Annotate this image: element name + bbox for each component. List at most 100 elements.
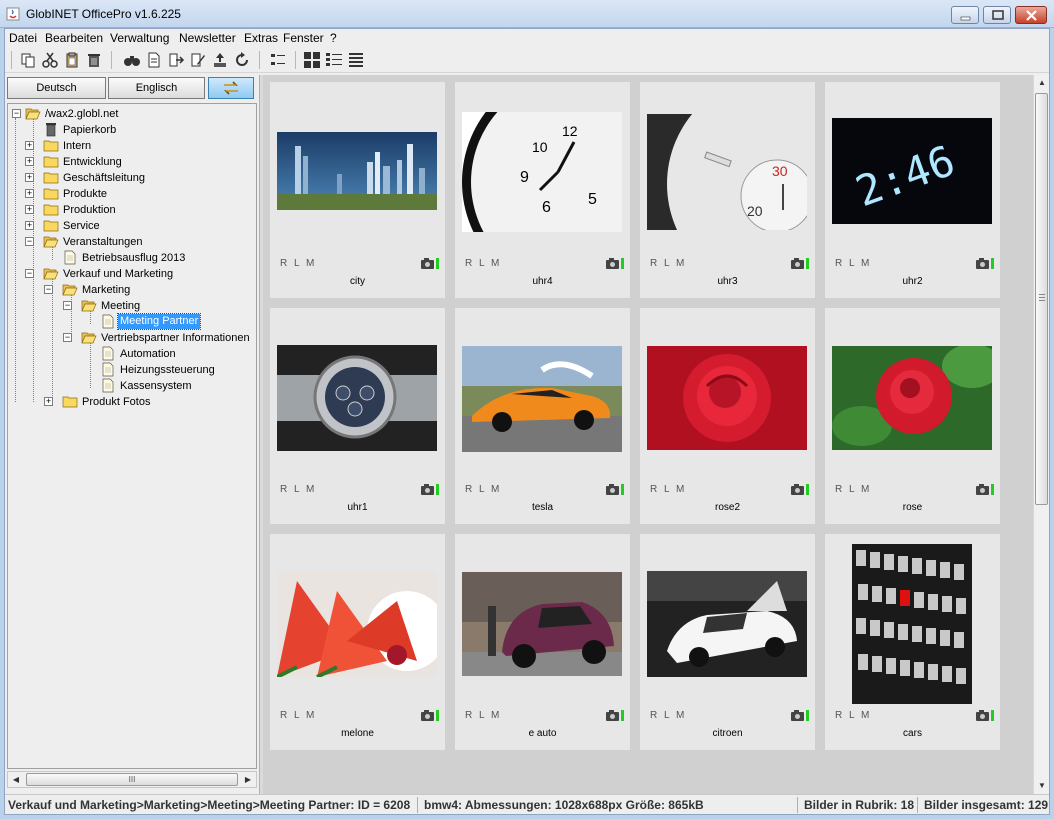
red-rose-image[interactable] [640,308,815,478]
camera-icon[interactable] [421,709,439,721]
refresh-icon[interactable] [233,51,251,69]
close-button[interactable] [1015,6,1047,24]
paste-icon[interactable] [63,51,81,69]
gallery-item-city[interactable]: R L M city [270,82,445,298]
clock-closeup-image[interactable]: 30 20 [640,82,815,252]
tree-node-root[interactable]: − /wax2.globl.net [12,106,252,122]
city-skyline-image[interactable] [270,82,445,252]
expand-toggle[interactable]: + [44,397,53,406]
orange-car-image[interactable] [455,308,630,478]
concept-car-image[interactable] [640,534,815,704]
menu-extras[interactable]: Extras [244,31,278,45]
electric-car-image[interactable] [455,534,630,704]
red-rose-leaves-image[interactable] [825,308,1000,478]
tree-node-entwicklung[interactable]: + Entwicklung [25,154,250,170]
swap-language-button[interactable] [208,77,254,99]
maximize-button[interactable] [983,6,1011,24]
menu-help[interactable]: ? [330,31,337,45]
scroll-up-arrow[interactable]: ▲ [1034,75,1050,91]
tree-node-betriebsausflug[interactable]: Betriebsausflug 2013 [49,250,249,266]
detail-list-icon[interactable] [325,51,343,69]
list-view-icon[interactable] [347,51,365,69]
gallery-item-uhr2[interactable]: 2:46 R L M uhr2 [825,82,1000,298]
tree-view-icon[interactable] [269,51,287,69]
tree-node-vertriebspartner[interactable]: − Vertriebspartner Informationen [63,330,256,346]
camera-icon[interactable] [976,483,994,495]
collapse-toggle[interactable]: − [12,109,21,118]
digital-clock-image[interactable]: 2:46 [825,82,1000,252]
tree-node-papierkorb[interactable]: Papierkorb [30,122,250,138]
scroll-right-arrow[interactable]: ▶ [240,772,256,787]
collapse-toggle[interactable]: − [25,237,34,246]
camera-icon[interactable] [421,257,439,269]
cut-icon[interactable] [41,51,59,69]
tree-node-intern[interactable]: + Intern [25,138,250,154]
rlm-flags[interactable]: R L M [835,258,871,269]
camera-icon[interactable] [976,709,994,721]
gallery-item-tesla[interactable]: R L M tesla [455,308,630,524]
rlm-flags[interactable]: R L M [465,484,501,495]
gallery-item-citroen[interactable]: R L M citroen [640,534,815,750]
tree-node-service[interactable]: + Service [25,218,250,234]
expand-toggle[interactable]: + [25,173,34,182]
camera-icon[interactable] [791,257,809,269]
parking-lot-image[interactable] [825,534,1000,704]
rlm-flags[interactable]: R L M [650,258,686,269]
copy-icon[interactable] [19,51,37,69]
rlm-flags[interactable]: R L M [465,710,501,721]
tree-node-marketing[interactable]: − Marketing [44,282,249,298]
gallery-vertical-scrollbar[interactable]: ▲ ▼ [1033,75,1049,794]
minimize-button[interactable] [951,6,979,24]
rlm-flags[interactable]: R L M [280,258,316,269]
grid-view-icon[interactable] [303,51,321,69]
tree-node-heizungssteuerung[interactable]: Heizungssteuerung [87,362,247,378]
tree-node-veranstaltungen[interactable]: − Veranstaltungen [25,234,250,250]
gallery-item-uhr4[interactable]: 10 12 9 6 5 R L M uhr4 [455,82,630,298]
menu-verwaltung[interactable]: Verwaltung [110,31,169,45]
tree-node-meeting-partner[interactable]: Meeting Partner [87,313,247,330]
binoculars-icon[interactable] [123,51,141,69]
tree-node-produkt-fotos[interactable]: + Produkt Fotos [44,394,249,410]
gallery-item-melone[interactable]: R L M melone [270,534,445,750]
rlm-flags[interactable]: R L M [835,710,871,721]
menu-newsletter[interactable]: Newsletter [179,31,236,45]
gallery-item-uhr1[interactable]: R L M uhr1 [270,308,445,524]
tree-node-geschaeftsleitung[interactable]: + Geschäftsleitung [25,170,250,186]
german-button[interactable]: Deutsch [7,77,106,99]
gallery-item-cars[interactable]: R L M cars [825,534,1000,750]
clock-image[interactable]: 10 12 9 6 5 [455,82,630,252]
tree-node-produkte[interactable]: + Produkte [25,186,250,202]
expand-toggle[interactable]: + [25,157,34,166]
tree-node-produktion[interactable]: + Produktion [25,202,250,218]
menu-fenster[interactable]: Fenster [283,31,324,45]
camera-icon[interactable] [606,709,624,721]
gallery-item-rose[interactable]: R L M rose [825,308,1000,524]
camera-icon[interactable] [791,483,809,495]
watermelon-image[interactable] [270,534,445,704]
tree-node-automation[interactable]: Automation [87,346,247,362]
expand-toggle[interactable]: + [25,189,34,198]
expand-toggle[interactable]: + [25,141,34,150]
gallery-item-e-auto[interactable]: R L M e auto [455,534,630,750]
tree-node-verkauf-marketing[interactable]: − Verkauf und Marketing [25,266,250,282]
rlm-flags[interactable]: R L M [280,484,316,495]
edit-icon[interactable] [189,51,207,69]
rlm-flags[interactable]: R L M [650,484,686,495]
gallery-item-rose2[interactable]: R L M rose2 [640,308,815,524]
wristwatch-image[interactable] [270,308,445,478]
rlm-flags[interactable]: R L M [835,484,871,495]
menu-bearbeiten[interactable]: Bearbeiten [45,31,103,45]
camera-icon[interactable] [606,257,624,269]
forward-icon[interactable] [167,51,185,69]
collapse-toggle[interactable]: − [25,269,34,278]
new-document-icon[interactable] [145,51,163,69]
rlm-flags[interactable]: R L M [465,258,501,269]
expand-toggle[interactable]: + [25,205,34,214]
expand-toggle[interactable]: + [25,221,34,230]
tree-node-meeting[interactable]: − Meeting [63,298,248,314]
tree-node-kassensystem[interactable]: Kassensystem [87,378,247,394]
camera-icon[interactable] [606,483,624,495]
rlm-flags[interactable]: R L M [280,710,316,721]
tree-horizontal-scrollbar[interactable]: ◀ III ▶ [7,771,257,788]
collapse-toggle[interactable]: − [63,333,72,342]
